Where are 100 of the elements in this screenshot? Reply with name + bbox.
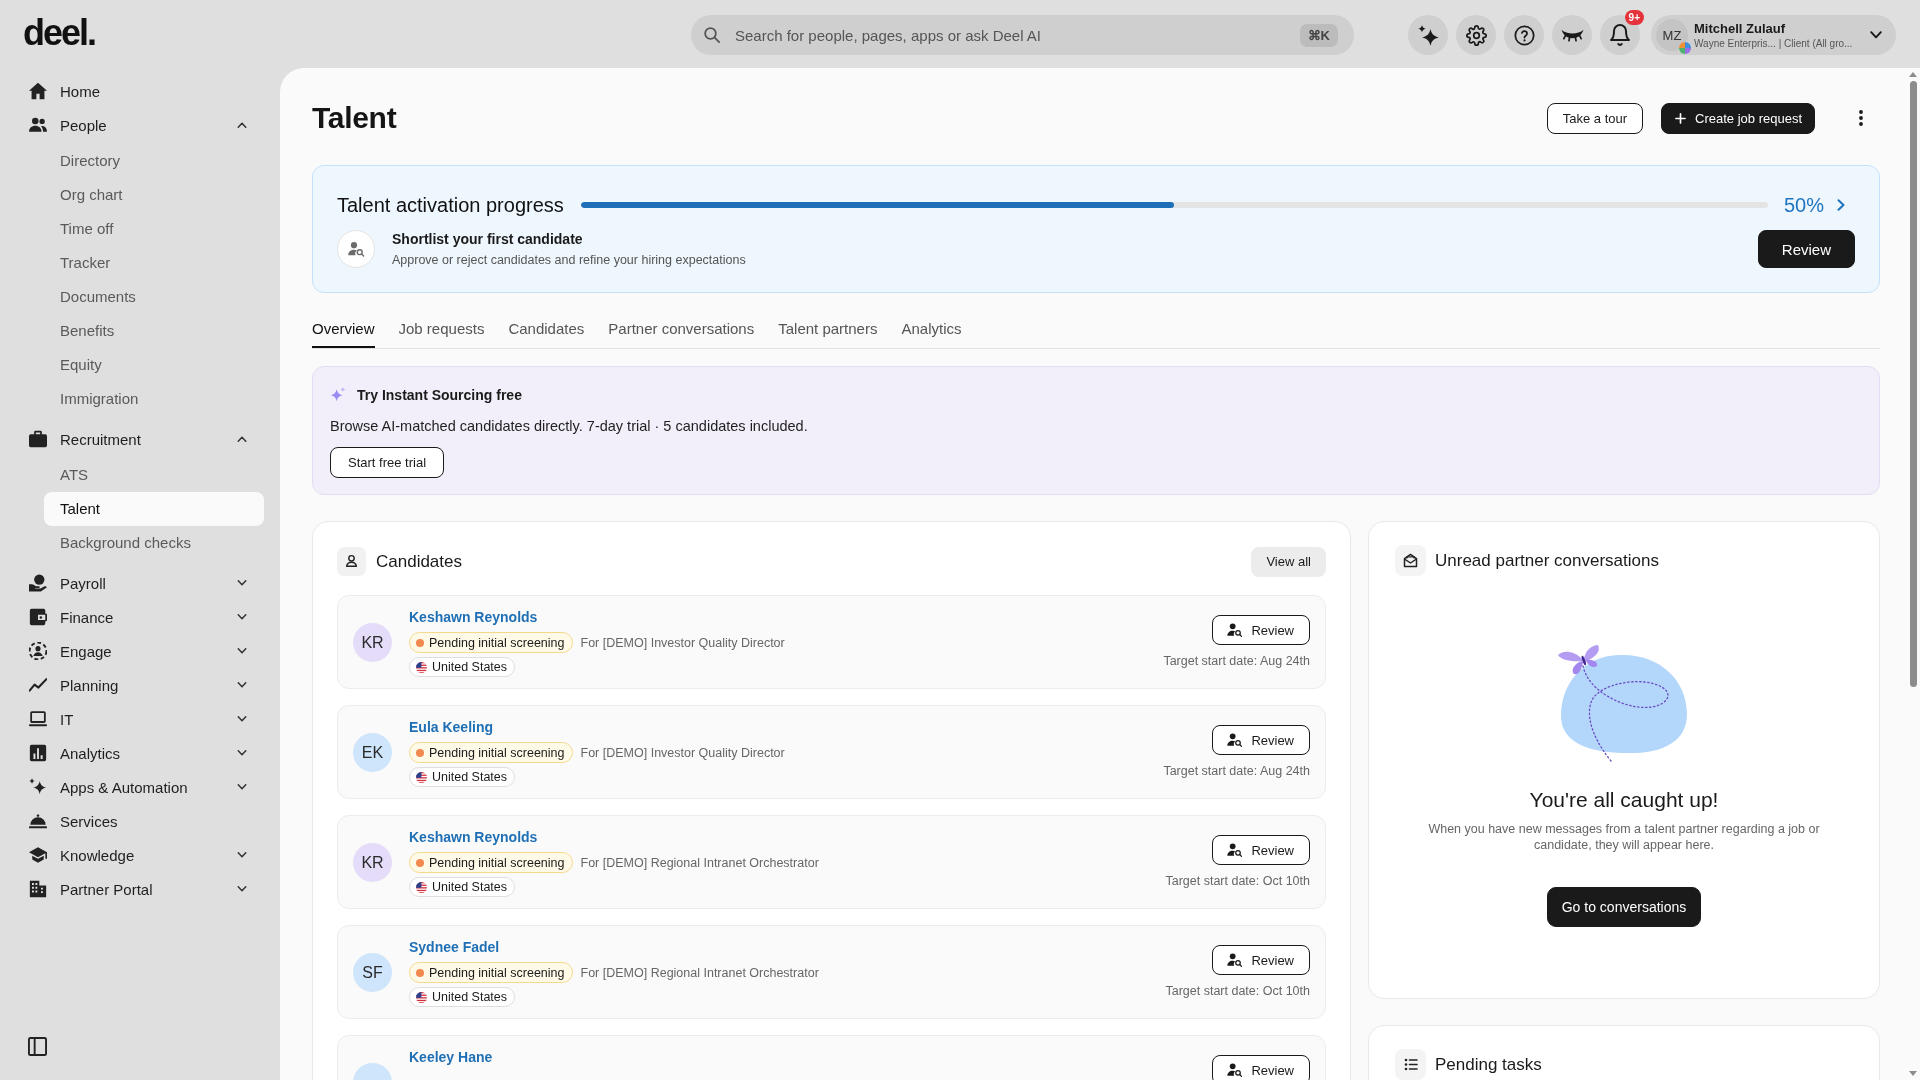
bar-chart-icon (29, 744, 47, 762)
review-button[interactable]: Review (1212, 945, 1310, 975)
review-button[interactable]: Review (1212, 1055, 1310, 1080)
us-flag-icon (416, 991, 427, 1003)
profile-menu-button[interactable]: MZ Mitchell Zulauf Wayne Enterpris... | Client (All gro... (1651, 15, 1896, 55)
progress-title: Talent activation progress (337, 193, 564, 217)
sidebar-subitem[interactable]: Tracker (44, 246, 264, 280)
review-button[interactable]: Review (1212, 835, 1310, 865)
sidebar-item[interactable]: Partner Portal (20, 872, 264, 906)
person-search-icon (1227, 953, 1243, 967)
sparkle-button[interactable] (1408, 15, 1448, 55)
notifications-button[interactable] (1600, 15, 1640, 55)
candidate-name[interactable]: Keshawn Reynolds (409, 608, 538, 626)
start-trial-button[interactable]: Start free trial (330, 447, 445, 478)
wallet-icon (29, 608, 47, 626)
deel-logo[interactable]: deel. (23, 18, 96, 48)
review-button[interactable]: Review (1212, 725, 1310, 755)
sidebar-item[interactable]: Finance (20, 600, 264, 634)
country-name: United States (432, 770, 508, 784)
company-logo-icon (1679, 42, 1691, 54)
sidebar-subitem[interactable]: Background checks (44, 526, 264, 560)
step-title: Shortlist your first candidate (392, 230, 584, 248)
candidate-name[interactable]: Keeley Hane (409, 1048, 493, 1066)
search-icon (704, 27, 720, 43)
tab[interactable]: Overview (312, 311, 375, 348)
view-all-button[interactable]: View all (1251, 546, 1326, 577)
sparkle-icon (1417, 24, 1439, 46)
us-flag-icon (416, 771, 427, 783)
tab[interactable]: Analytics (901, 311, 962, 348)
tab[interactable]: Partner conversations (608, 311, 755, 348)
card-title: Pending tasks (1435, 1054, 1542, 1075)
sidebar-subitem[interactable]: Directory (44, 144, 264, 178)
user-name: Mitchell Zulauf (1694, 20, 1785, 37)
settings-icon (1465, 24, 1487, 46)
sidebar-item[interactable]: Services (20, 804, 264, 838)
empty-state-title: You're all caught up! (1529, 787, 1719, 812)
sparkle-icon (330, 387, 346, 403)
sidebar-item[interactable]: Recruitment (20, 422, 264, 456)
sidebar-item[interactable]: Home (20, 74, 264, 108)
sidebar-subitem[interactable]: Time off (44, 212, 264, 246)
sidebar-item[interactable]: Payroll (20, 566, 264, 600)
sidebar-item[interactable]: Engage (20, 634, 264, 668)
country-name: United States (432, 880, 508, 894)
people-icon (29, 116, 47, 134)
page-title: Talent (312, 100, 397, 136)
cloche-icon (29, 812, 47, 830)
promo-text: Browse AI-matched candidates directly. 7-day trial · 5 candidates included. (330, 417, 809, 435)
create-job-request-button[interactable]: Create job request (1661, 102, 1815, 134)
candidate-name[interactable]: Keshawn Reynolds (409, 828, 538, 846)
buildings-icon (29, 880, 47, 898)
review-button[interactable]: Review (1212, 615, 1310, 645)
person-search-icon (1227, 733, 1243, 747)
help-button[interactable] (1504, 15, 1544, 55)
status-dot-icon (416, 638, 424, 647)
company-role: Wayne Enterpris... | Client (All gro... (1694, 36, 1853, 50)
sidebar-subitem[interactable]: Benefits (44, 314, 264, 348)
chevron-right-icon (1837, 199, 1845, 211)
plus-icon (1675, 112, 1687, 124)
status-dot-icon (416, 968, 424, 977)
open-envelope-icon (1395, 545, 1426, 576)
sidebar-subitem[interactable]: Documents (44, 280, 264, 314)
briefcase-icon (29, 430, 47, 448)
sidebar-item[interactable]: People (20, 108, 264, 142)
review-button[interactable]: Review (1757, 230, 1855, 268)
sidebar-item[interactable]: Planning (20, 668, 264, 702)
help-icon (1513, 24, 1535, 46)
promo-title: Try Instant Sourcing free (357, 387, 522, 403)
sidebar-item[interactable]: Knowledge (20, 838, 264, 872)
sidebar-subitem[interactable]: Immigration (44, 382, 264, 416)
sidebar-subitem[interactable]: Equity (44, 348, 264, 382)
sidebar-subitem[interactable]: Talent (44, 492, 264, 526)
avatar: SF (353, 953, 392, 992)
laptop-icon (29, 710, 47, 728)
sidebar-item[interactable]: IT (20, 702, 264, 736)
card-title: Candidates (376, 551, 462, 572)
sidebar-subitem[interactable]: Org chart (44, 178, 264, 212)
us-flag-icon (416, 661, 427, 673)
status-dot-icon (416, 858, 424, 867)
go-to-conversations-button[interactable]: Go to conversations (1546, 887, 1702, 927)
tab[interactable]: Job requests (398, 311, 485, 348)
country-name: United States (432, 990, 508, 1004)
target-start-date: Target start date: Aug 24th (1163, 763, 1310, 779)
sidebar-subitem[interactable]: ATS (44, 458, 264, 492)
sidebar-item[interactable]: Apps & Automation (20, 770, 264, 804)
candidate-name[interactable]: Eula Keeling (409, 718, 494, 736)
sidebar-item[interactable]: Analytics (20, 736, 264, 770)
settings-button[interactable] (1456, 15, 1496, 55)
scroll-down-arrow-icon[interactable] (1909, 1071, 1917, 1076)
sidebar-toggle-icon[interactable] (28, 1037, 47, 1056)
take-tour-button[interactable]: Take a tour (1546, 102, 1644, 134)
avatar: KR (353, 843, 392, 882)
target-start-date: Target start date: Aug 24th (1163, 653, 1310, 669)
closed-eye-button[interactable] (1552, 15, 1592, 55)
tab[interactable]: Candidates (508, 311, 585, 348)
scroll-up-arrow-icon[interactable] (1909, 72, 1917, 77)
tab[interactable]: Talent partners (778, 311, 878, 348)
scrollbar-thumb[interactable] (1909, 81, 1917, 687)
person-icon (337, 547, 366, 576)
candidate-name[interactable]: Sydnee Fadel (409, 938, 500, 956)
person-search-icon (1227, 623, 1243, 637)
